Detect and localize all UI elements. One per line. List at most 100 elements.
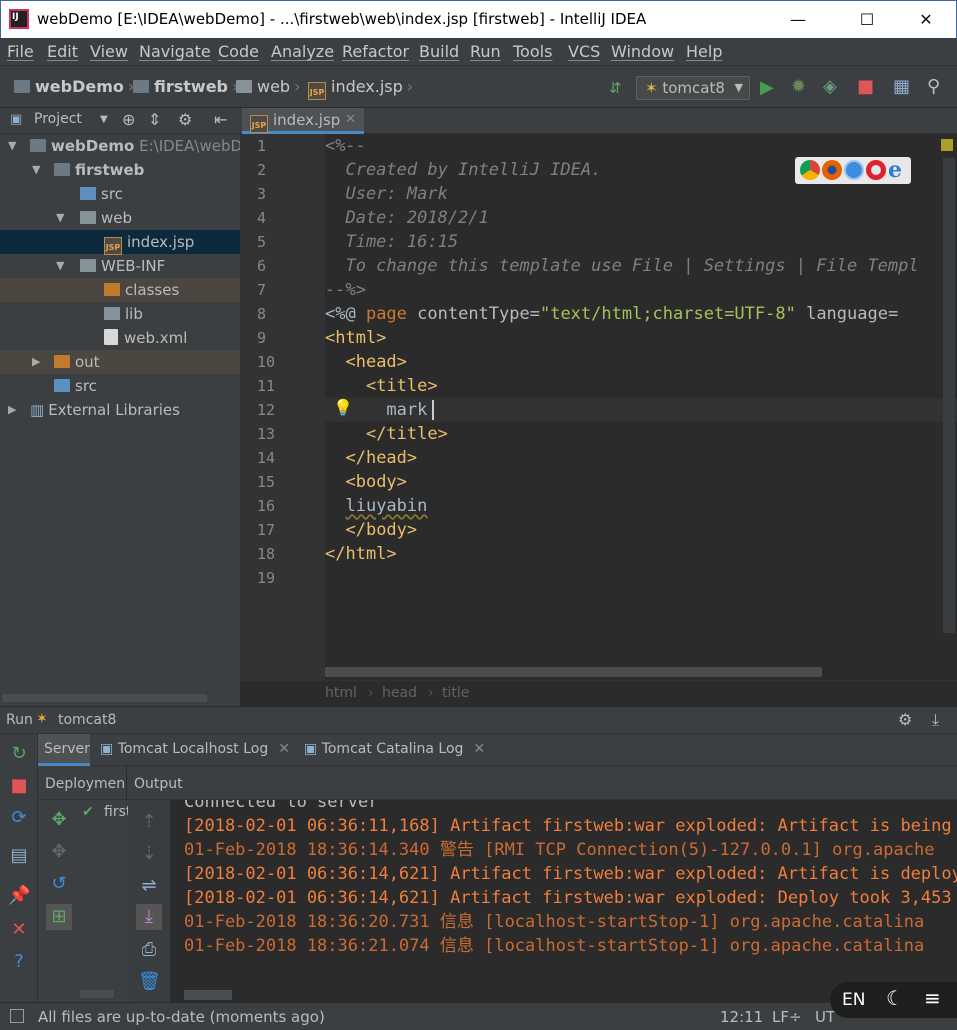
- code-line[interactable]: liuyabin: [325, 494, 427, 518]
- breadcrumb-file[interactable]: JSP index.jsp ›: [308, 77, 417, 100]
- code-line[interactable]: </title>: [325, 422, 448, 446]
- tree-item-src-root[interactable]: src: [0, 374, 240, 398]
- editor-vertical-scrollbar[interactable]: [943, 158, 955, 633]
- tree-item-webdemo[interactable]: ▼ webDemo E:\IDEA\webD: [0, 134, 242, 158]
- tree-item-index-jsp[interactable]: JSP index.jsp: [0, 230, 240, 255]
- gear-icon[interactable]: ⚙: [898, 710, 912, 729]
- deploy-icon[interactable]: ✥: [48, 810, 70, 830]
- project-structure-icon[interactable]: ▦: [893, 77, 910, 97]
- collapse-all-icon[interactable]: ⇕: [148, 110, 161, 129]
- run-icon[interactable]: ▶: [760, 78, 774, 98]
- crumb-head[interactable]: head: [382, 685, 417, 701]
- chevron-down-icon[interactable]: ▼: [100, 114, 108, 125]
- project-view-dropdown[interactable]: Project: [34, 111, 82, 127]
- code-line[interactable]: Time: 16:15: [325, 230, 458, 254]
- menu-view[interactable]: View: [90, 42, 128, 61]
- ime-indicator[interactable]: EN ☾ ≡: [830, 982, 957, 1018]
- code-line[interactable]: <title>: [325, 374, 438, 398]
- code-line[interactable]: </body>: [325, 518, 417, 542]
- close-tab-icon[interactable]: ✕: [473, 741, 485, 757]
- menu-code[interactable]: Code: [218, 42, 259, 61]
- tree-item-web-inf[interactable]: ▼ WEB-INF: [0, 254, 240, 278]
- menu-tools[interactable]: Tools: [513, 42, 552, 61]
- debug-icon[interactable]: ✹: [791, 77, 806, 97]
- deployment-scrollbar[interactable]: [80, 990, 114, 998]
- code-line[interactable]: </head>: [325, 446, 417, 470]
- coverage-icon[interactable]: ◈: [823, 77, 837, 97]
- soft-wrap-icon[interactable]: ⇌: [138, 876, 160, 896]
- tree-item-classes[interactable]: classes: [0, 278, 240, 302]
- project-horizontal-scrollbar[interactable]: [2, 694, 207, 702]
- stop-icon[interactable]: ■: [857, 77, 874, 97]
- tool-windows-icon[interactable]: [10, 1009, 24, 1023]
- file-encoding[interactable]: UTF-8: [815, 1008, 835, 1026]
- search-icon[interactable]: ⚲: [927, 77, 940, 97]
- build-sort-icon[interactable]: ⇵: [609, 78, 622, 98]
- breadcrumb-module[interactable]: firstweb›: [133, 77, 242, 96]
- ie-icon[interactable]: e: [888, 157, 902, 183]
- console-horizontal-scrollbar[interactable]: [184, 990, 232, 1000]
- scroll-to-end-icon[interactable]: ⤓: [136, 904, 162, 930]
- help-icon[interactable]: ?: [8, 952, 30, 972]
- tab-index-jsp[interactable]: JSP index.jsp ✕: [242, 108, 364, 134]
- close-tab-icon[interactable]: ✕: [345, 108, 356, 132]
- gear-icon[interactable]: ⚙: [178, 110, 192, 129]
- intention-bulb-icon[interactable]: 💡: [333, 398, 353, 417]
- tree-item-out[interactable]: ▶ out: [0, 350, 240, 374]
- menu-analyze[interactable]: Analyze: [271, 42, 334, 61]
- code-line[interactable]: Date: 2018/2/1: [325, 206, 488, 230]
- undeploy-icon[interactable]: ✥: [48, 842, 70, 862]
- code-line[interactable]: --%>: [325, 278, 366, 302]
- editor-horizontal-scrollbar[interactable]: [325, 667, 822, 677]
- scroll-up-icon[interactable]: ⇡: [138, 812, 160, 832]
- firefox-icon[interactable]: [822, 160, 842, 180]
- minimize-panel-icon[interactable]: ⤓: [932, 710, 939, 730]
- crumb-title[interactable]: title: [442, 685, 469, 701]
- pin-icon[interactable]: 📌: [8, 886, 30, 906]
- breadcrumb-web[interactable]: web ›: [236, 77, 305, 96]
- close-window-button[interactable]: ✕: [903, 1, 949, 39]
- layout-icon[interactable]: ▤: [8, 846, 30, 866]
- tree-item-lib[interactable]: lib: [0, 302, 240, 326]
- minimize-button[interactable]: —: [775, 1, 821, 39]
- locate-icon[interactable]: ⊕: [122, 110, 135, 129]
- moon-icon[interactable]: ☾: [886, 986, 904, 1010]
- run-config-dropdown[interactable]: ✶ tomcat8 ▼: [636, 76, 750, 100]
- code-line[interactable]: <body>: [325, 470, 406, 494]
- caret-position[interactable]: 12:11: [720, 1008, 763, 1026]
- deployment-item[interactable]: first: [104, 804, 128, 820]
- code-line[interactable]: User: Mark: [325, 182, 447, 206]
- rerun-icon[interactable]: ↻: [8, 744, 30, 764]
- menu-file[interactable]: File: [7, 42, 34, 61]
- chrome-icon[interactable]: [800, 160, 820, 180]
- console-output[interactable]: Connected to server [2018-02-01 06:36:11,…: [170, 800, 957, 990]
- tree-item-web[interactable]: ▼ web: [0, 206, 240, 230]
- tab-tomcat-catalina-log[interactable]: ▣ Tomcat Catalina Log ✕: [298, 734, 485, 766]
- code-line[interactable]: <%@ page contentType="text/html;charset=…: [325, 302, 898, 326]
- menu-edit[interactable]: Edit: [47, 42, 78, 61]
- tree-item-external-libraries[interactable]: ▶ ▥ External Libraries: [0, 398, 240, 422]
- menu-window[interactable]: Window: [611, 42, 674, 61]
- menu-run[interactable]: Run: [470, 42, 501, 61]
- refresh-icon[interactable]: ↺: [48, 874, 70, 894]
- menu-build[interactable]: Build: [419, 42, 459, 61]
- tree-item-src[interactable]: src: [0, 182, 240, 206]
- tab-server[interactable]: Server: [38, 734, 90, 766]
- menu-vcs[interactable]: VCS: [568, 42, 600, 61]
- code-line[interactable]: To change this template use File | Setti…: [325, 254, 918, 278]
- menu-navigate[interactable]: Navigate: [139, 42, 211, 61]
- menu-icon[interactable]: ≡: [924, 986, 941, 1010]
- stop-icon[interactable]: ■: [8, 776, 30, 796]
- update-icon[interactable]: ⟳: [8, 808, 30, 828]
- menu-refactor[interactable]: Refactor: [342, 42, 409, 61]
- code-line[interactable]: </html>: [325, 542, 397, 566]
- code-line[interactable]: <%--: [325, 134, 366, 158]
- close-run-icon[interactable]: ✕: [8, 920, 30, 940]
- menu-help[interactable]: Help: [686, 42, 722, 61]
- code-line[interactable]: <html>: [325, 326, 386, 350]
- ime-language[interactable]: EN: [842, 990, 865, 1010]
- safari-icon[interactable]: [844, 160, 864, 180]
- tree-item-web-xml[interactable]: web.xml: [0, 326, 240, 350]
- clear-trash-icon[interactable]: 🗑: [138, 972, 161, 992]
- line-separator[interactable]: LF÷: [772, 1008, 802, 1026]
